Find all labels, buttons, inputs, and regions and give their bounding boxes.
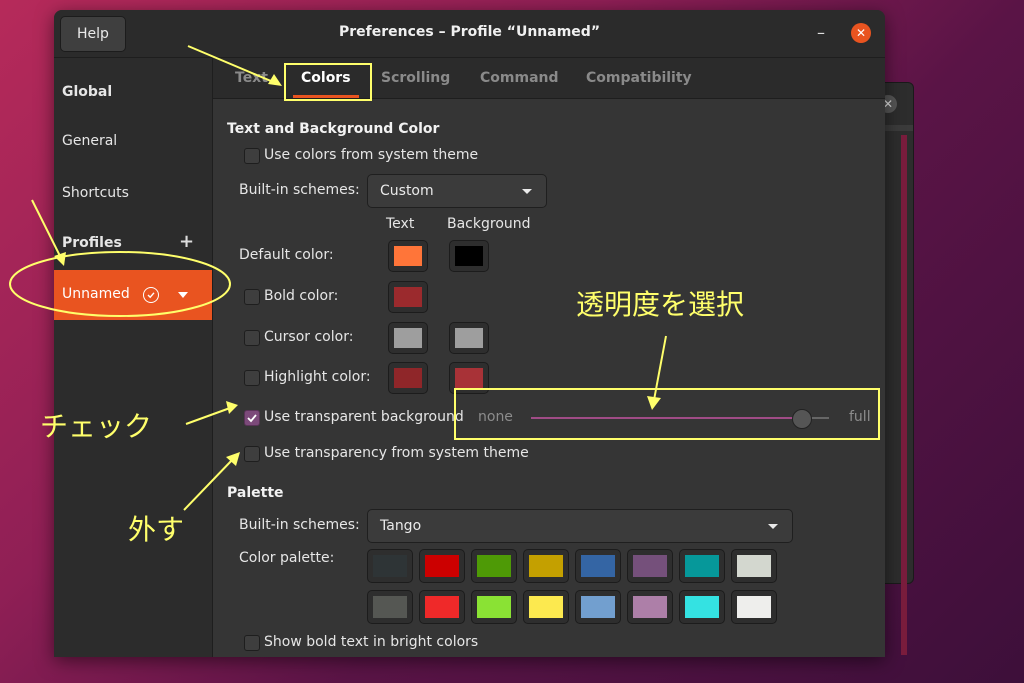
palette-color-fill	[425, 596, 459, 618]
palette-color-fill	[633, 596, 667, 618]
tab-compatibility[interactable]: Compatibility	[586, 58, 692, 98]
show-bold-bright-checkbox[interactable]	[244, 635, 260, 651]
annotation-uncheck: 外す	[128, 513, 185, 546]
palette-color-button[interactable]	[471, 590, 517, 624]
palette-color-button[interactable]	[731, 549, 777, 583]
palette-color-fill	[529, 555, 563, 577]
builtin-schemes-label: Built-in schemes:	[239, 182, 360, 198]
checkmark-icon	[247, 414, 257, 423]
default-profile-check-icon	[143, 287, 159, 303]
palette-schemes-label: Built-in schemes:	[239, 517, 360, 533]
palette-color-fill	[737, 596, 771, 618]
highlight-background-color-fill	[455, 368, 483, 388]
palette-color-fill	[685, 596, 719, 618]
default-text-color-fill	[394, 246, 422, 266]
palette-color-button[interactable]	[471, 549, 517, 583]
transparent-background-checkbox[interactable]	[244, 410, 260, 426]
preferences-window: Help Preferences – Profile “Unnamed” – ✕…	[54, 10, 885, 657]
sidebar-item-shortcuts[interactable]: Shortcuts	[54, 171, 212, 217]
tab-text[interactable]: Text	[235, 58, 268, 98]
palette-color-fill	[685, 555, 719, 577]
palette-color-fill	[373, 596, 407, 618]
profile-menu-chevron-down-icon[interactable]	[178, 292, 188, 298]
highlight-text-color-button[interactable]	[388, 362, 428, 394]
section-title-palette: Palette	[227, 485, 284, 501]
colors-panel: Text Colors Scrolling Command Compatibil…	[213, 58, 885, 657]
palette-color-fill	[633, 555, 667, 577]
bold-color-checkbox[interactable]	[244, 289, 260, 305]
palette-color-button[interactable]	[419, 549, 465, 583]
palette-color-fill	[581, 596, 615, 618]
default-background-color-button[interactable]	[449, 240, 489, 272]
add-profile-button[interactable]: +	[179, 231, 194, 252]
palette-color-fill	[373, 555, 407, 577]
palette-color-fill	[737, 555, 771, 577]
palette-color-button[interactable]	[575, 590, 621, 624]
cursor-color-label: Cursor color:	[264, 329, 354, 345]
close-button[interactable]: ✕	[851, 23, 871, 43]
use-system-colors-label: Use colors from system theme	[264, 147, 479, 163]
default-text-color-button[interactable]	[388, 240, 428, 272]
bold-color-label: Bold color:	[264, 288, 339, 304]
palette-color-button[interactable]	[575, 549, 621, 583]
titlebar: Help Preferences – Profile “Unnamed” – ✕	[54, 10, 885, 58]
palette-color-button[interactable]	[523, 549, 569, 583]
palette-color-button[interactable]	[679, 590, 725, 624]
annotation-check: チェック	[40, 410, 153, 443]
palette-color-button[interactable]	[731, 590, 777, 624]
builtin-schemes-dropdown[interactable]: Custom	[367, 174, 547, 208]
palette-schemes-dropdown[interactable]: Tango	[367, 509, 793, 543]
transparency-system-theme-checkbox[interactable]	[244, 446, 260, 462]
highlight-text-color-fill	[394, 368, 422, 388]
sidebar-item-general[interactable]: General	[54, 119, 212, 165]
palette-color-button[interactable]	[367, 590, 413, 624]
sidebar-item-profile-unnamed[interactable]: Unnamed	[54, 270, 212, 320]
cursor-background-color-button[interactable]	[449, 322, 489, 354]
tab-command[interactable]: Command	[480, 58, 559, 98]
cursor-background-color-fill	[455, 328, 483, 348]
sidebar-heading-profiles: Profiles +	[62, 231, 195, 252]
transparent-background-label: Use transparent background	[264, 409, 464, 425]
highlight-color-checkbox[interactable]	[244, 370, 260, 386]
background-scrollbar	[901, 135, 907, 655]
annotation-box-colors-tab	[284, 63, 372, 101]
cursor-text-color-button[interactable]	[388, 322, 428, 354]
default-background-color-fill	[455, 246, 483, 266]
sidebar: Global General Shortcuts Profiles + Unna…	[54, 58, 213, 657]
chevron-down-icon	[522, 189, 532, 194]
cursor-color-checkbox[interactable]	[244, 330, 260, 346]
use-system-colors-checkbox[interactable]	[244, 148, 260, 164]
transparency-system-theme-label: Use transparency from system theme	[264, 445, 529, 461]
palette-color-fill	[425, 555, 459, 577]
sidebar-heading-global: Global	[62, 84, 113, 100]
color-palette-label: Color palette:	[239, 550, 335, 566]
annotation-select-transparency: 透明度を選択	[576, 288, 745, 321]
palette-color-button[interactable]	[627, 549, 673, 583]
highlight-color-label: Highlight color:	[264, 369, 371, 385]
palette-color-button[interactable]	[367, 549, 413, 583]
column-header-text: Text	[386, 216, 415, 232]
palette-color-button[interactable]	[523, 590, 569, 624]
section-title-text-background: Text and Background Color	[227, 121, 440, 137]
minimize-button[interactable]: –	[812, 24, 830, 42]
palette-color-button[interactable]	[419, 590, 465, 624]
palette-color-button[interactable]	[679, 549, 725, 583]
palette-color-fill	[477, 555, 511, 577]
palette-color-fill	[477, 596, 511, 618]
column-header-background: Background	[447, 216, 531, 232]
palette-color-button[interactable]	[627, 590, 673, 624]
show-bold-bright-label: Show bold text in bright colors	[264, 634, 479, 650]
palette-color-fill	[529, 596, 563, 618]
tab-scrolling[interactable]: Scrolling	[381, 58, 450, 98]
cursor-text-color-fill	[394, 328, 422, 348]
bold-color-fill	[394, 287, 422, 307]
window-title: Preferences – Profile “Unnamed”	[338, 24, 601, 40]
palette-color-fill	[581, 555, 615, 577]
default-color-label: Default color:	[239, 247, 334, 263]
chevron-down-icon	[768, 524, 778, 529]
annotation-box-slider	[454, 388, 880, 440]
bold-color-button[interactable]	[388, 281, 428, 313]
